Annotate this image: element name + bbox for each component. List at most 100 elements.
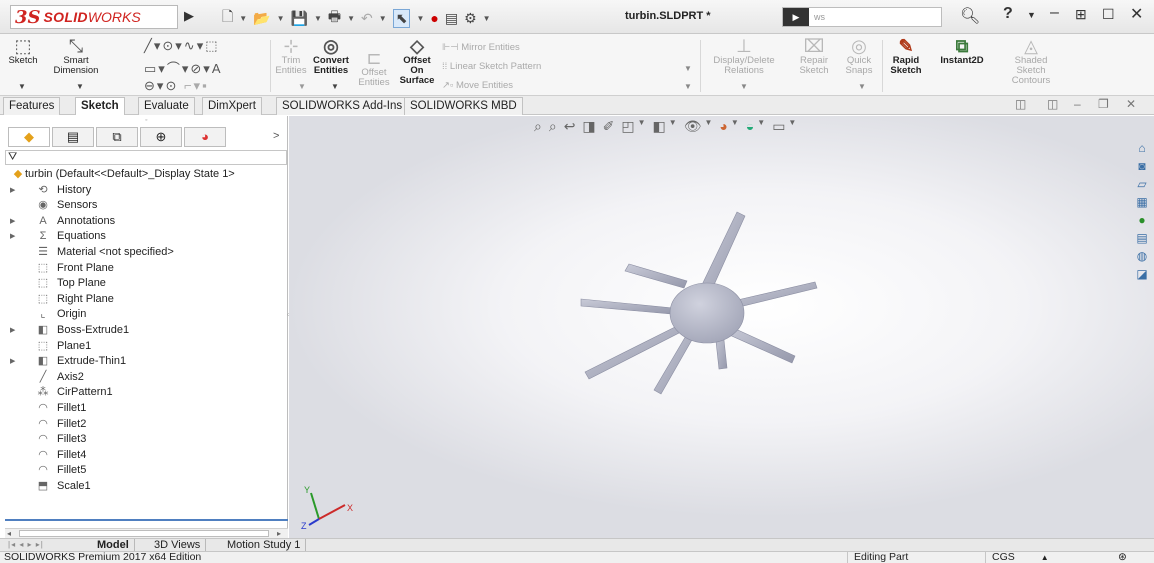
- design-library-icon[interactable]: ◙: [1133, 158, 1151, 174]
- search-input[interactable]: ws: [809, 12, 825, 22]
- line-tools-row[interactable]: ╱▾⊙▾∿▾⬚: [144, 38, 220, 54]
- chevron-right-icon[interactable]: >: [273, 130, 279, 142]
- tree-item-material-not-specified[interactable]: ☰ Material <not specified>: [5, 245, 288, 261]
- file-explorer-icon[interactable]: ▱: [1133, 176, 1151, 192]
- tree-item-equations[interactable]: ▶ Σ Equations: [5, 229, 288, 245]
- tree-item-cirpattern1[interactable]: ⁂ CirPattern1: [5, 385, 288, 401]
- tile-left-icon[interactable]: ◫: [1015, 97, 1026, 111]
- tree-item-fillet1[interactable]: ◠ Fillet1: [5, 401, 288, 417]
- offset-entities-button[interactable]: ⊏ Offset Entities: [356, 48, 392, 88]
- tree-item-origin[interactable]: ⌞ Origin: [5, 307, 288, 323]
- rollback-bar[interactable]: [5, 519, 288, 521]
- expand-arrow-icon[interactable]: ▶: [10, 354, 15, 370]
- chevron-down-icon[interactable]: ▼: [239, 14, 247, 23]
- dimxpert-manager-tab[interactable]: ⊕: [140, 127, 182, 147]
- options-icon[interactable]: ⚙: [464, 10, 477, 27]
- tab-solidworks-add-ins[interactable]: SOLIDWORKS Add-Ins: [276, 97, 409, 115]
- open-file-icon[interactable]: 📂: [253, 10, 270, 27]
- chevron-down-icon[interactable]: ▼: [858, 82, 866, 91]
- rebuild-icon[interactable]: ●: [430, 10, 438, 26]
- chevron-down-icon[interactable]: ▼: [76, 82, 84, 91]
- view-palette-icon[interactable]: ▦: [1133, 194, 1151, 210]
- expand-arrow-icon[interactable]: ▶: [10, 183, 15, 199]
- markup-icon[interactable]: ◪: [1133, 266, 1151, 282]
- rectangle-tools-row[interactable]: ▭▾⌒▾⊘▾A: [144, 58, 222, 77]
- solidworks-forum-icon[interactable]: ◍: [1133, 248, 1151, 264]
- quick-snaps-button[interactable]: ◎ Quick Snaps: [842, 36, 876, 76]
- expand-arrow-icon[interactable]: ▶: [10, 214, 15, 230]
- scrollbar-thumb[interactable]: [19, 530, 269, 537]
- appearances-icon[interactable]: ●: [1133, 212, 1151, 228]
- chevron-down-icon[interactable]: ▼: [684, 64, 692, 73]
- display-delete-relations-button[interactable]: ⊥ Display/Delete Relations: [704, 36, 784, 76]
- scroll-left-icon[interactable]: ◂: [7, 529, 11, 538]
- unit-system-selector[interactable]: CGS ▲: [985, 552, 1080, 563]
- slot-icon[interactable]: ⊖: [144, 78, 157, 93]
- rapid-sketch-button[interactable]: ✎ Rapid Sketch: [886, 36, 926, 76]
- select-icon[interactable]: ⬉: [392, 8, 411, 28]
- tree-root-part[interactable]: ◆ turbin (Default<<Default>_Display Stat…: [5, 167, 288, 183]
- minimize-doc-icon[interactable]: –: [1074, 97, 1081, 111]
- tab-dimxpert[interactable]: DimXpert: [202, 97, 262, 115]
- tree-item-sensors[interactable]: ◉ Sensors: [5, 198, 288, 214]
- chevron-down-icon[interactable]: ▼: [379, 14, 387, 23]
- tab-sketch[interactable]: Sketch: [75, 97, 125, 115]
- undo-icon[interactable]: ↶: [361, 10, 373, 27]
- fillet-sketch-icon[interactable]: ⌐▾▪: [184, 78, 209, 93]
- turbine-model[interactable]: [289, 116, 1154, 538]
- trim-entities-button[interactable]: ⊹ Trim Entities: [274, 36, 308, 76]
- arc-icon[interactable]: ⌒: [167, 61, 182, 76]
- chevron-down-icon[interactable]: ▼: [1027, 10, 1036, 20]
- close-doc-icon[interactable]: ✕: [1126, 97, 1136, 111]
- chevron-down-icon[interactable]: ▼: [483, 14, 491, 23]
- panel-grip-icon[interactable]: ◦: [145, 117, 147, 124]
- graphics-area[interactable]: ⌕ ⌕ ↩ ◨ ✐ ◰ ▼ ◧ ▼ 👁︎ ▼ ◕ ▼ ◒ ▼ ▭ ▼ ⌂ ◙ ▱…: [289, 116, 1154, 538]
- spline-icon[interactable]: ∿: [184, 38, 197, 53]
- solidworks-logo[interactable]: 3S SOLID WORKS: [10, 5, 178, 29]
- search-type-icon[interactable]: ▶: [783, 8, 809, 26]
- tree-item-fillet3[interactable]: ◠ Fillet3: [5, 432, 288, 448]
- new-file-icon[interactable]: 🗋: [222, 6, 233, 30]
- tree-item-extrude-thin1[interactable]: ▶ ◧ Extrude-Thin1: [5, 354, 288, 370]
- chevron-down-icon[interactable]: ▼: [18, 82, 26, 91]
- tree-horizontal-scrollbar[interactable]: ◂ ▸: [5, 528, 288, 538]
- slot-tools-row[interactable]: ⊖▾⊙ ⌐▾▪: [144, 78, 209, 94]
- chevron-up-icon[interactable]: ▲: [1041, 553, 1049, 562]
- tree-item-axis2[interactable]: ╱ Axis2: [5, 370, 288, 386]
- save-icon[interactable]: 💾: [291, 10, 308, 27]
- linear-sketch-pattern-button[interactable]: ⁞⁞ Linear Sketch Pattern: [442, 61, 541, 72]
- tree-item-top-plane[interactable]: ⬚ Top Plane: [5, 276, 288, 292]
- tree-item-boss-extrude1[interactable]: ▶ ◧ Boss-Extrude1: [5, 323, 288, 339]
- tree-item-front-plane[interactable]: ⬚ Front Plane: [5, 261, 288, 277]
- tree-item-fillet5[interactable]: ◠ Fillet5: [5, 463, 288, 479]
- tab-evaluate[interactable]: Evaluate: [138, 97, 195, 115]
- chevron-down-icon[interactable]: ▼: [314, 14, 322, 23]
- offset-on-surface-button[interactable]: ◇ Offset On Surface: [396, 36, 438, 86]
- tab-solidworks-mbd[interactable]: SOLIDWORKS MBD: [404, 97, 523, 115]
- minimize-icon[interactable]: –: [1050, 4, 1059, 22]
- chevron-down-icon[interactable]: ▼: [740, 82, 748, 91]
- tree-item-history[interactable]: ▶ ⟲ History: [5, 183, 288, 199]
- tab-scroll-arrows-icon[interactable]: |◂ ◂ ▸ ▸|: [8, 540, 44, 549]
- tile-right-icon[interactable]: ◫: [1047, 97, 1058, 111]
- help-button[interactable]: ?: [1003, 5, 1013, 23]
- close-icon[interactable]: ✕: [1130, 4, 1143, 24]
- chevron-down-icon[interactable]: ▼: [416, 14, 424, 23]
- search-icon[interactable]: 🔍︎: [960, 6, 980, 26]
- chevron-down-icon[interactable]: ▼: [331, 82, 339, 91]
- configuration-manager-tab[interactable]: ⧉: [96, 127, 138, 147]
- convert-entities-button[interactable]: ◎ Convert Entities: [311, 36, 351, 76]
- shaded-sketch-contours-button[interactable]: ◬ Shaded Sketch Contours: [1002, 36, 1060, 86]
- tree-item-plane1[interactable]: ⬚ Plane1: [5, 339, 288, 355]
- mirror-entities-button[interactable]: ⊩⊣ Mirror Entities: [442, 42, 520, 53]
- tab-features[interactable]: Features: [3, 97, 61, 115]
- chevron-down-icon[interactable]: ▼: [298, 82, 306, 91]
- sketch-button[interactable]: ⬚ Sketch: [6, 36, 40, 66]
- point-icon[interactable]: ⬚: [205, 38, 219, 53]
- text-icon[interactable]: A: [212, 61, 223, 76]
- property-manager-tab[interactable]: ▤: [52, 127, 94, 147]
- repair-sketch-button[interactable]: ⌧ Repair Sketch: [794, 36, 834, 76]
- chevron-down-icon[interactable]: ▼: [277, 14, 285, 23]
- feature-tree-tab[interactable]: ◆: [8, 127, 50, 147]
- rectangle-icon[interactable]: ▭: [144, 61, 158, 76]
